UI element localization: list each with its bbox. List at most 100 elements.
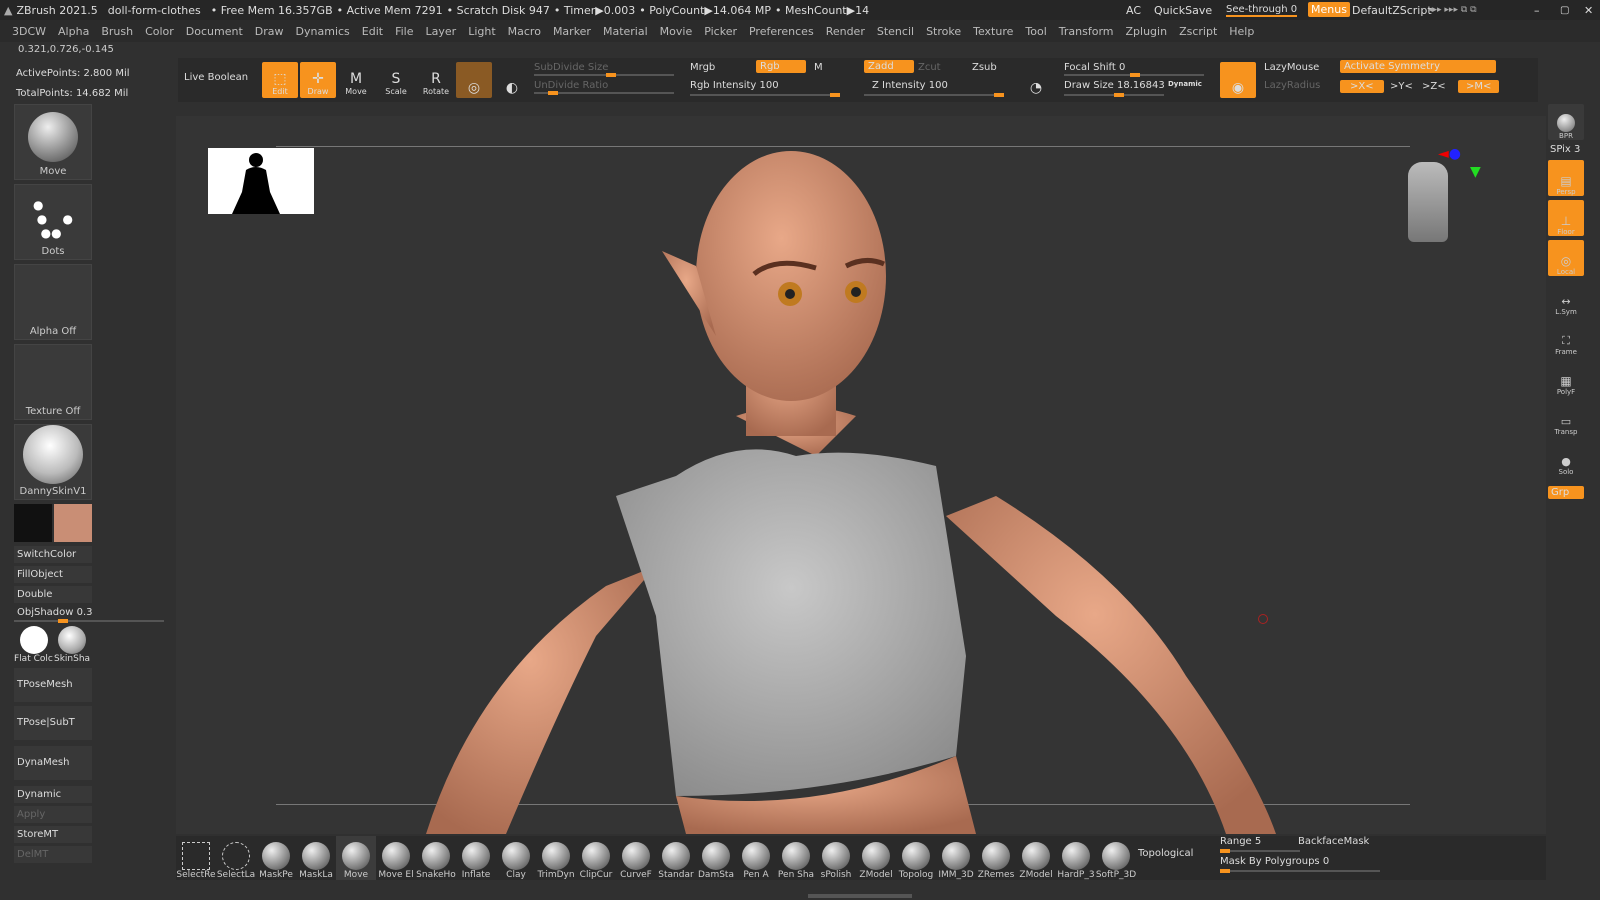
focal-shift-slider[interactable]: [1064, 73, 1204, 77]
brush-pen-shadow[interactable]: Pen Sha: [776, 836, 816, 880]
flat-color-sphere-icon[interactable]: [20, 626, 48, 654]
axis-gizmo-icon[interactable]: ◄●: [1438, 146, 1461, 162]
bpr-button[interactable]: BPR: [1548, 104, 1584, 140]
objshadow-slider[interactable]: ObjShadow 0.3: [14, 604, 164, 621]
undivide-slider[interactable]: [534, 91, 674, 95]
brush-selectrect[interactable]: SelectRe: [176, 836, 216, 880]
focal-shift[interactable]: Focal Shift 0: [1064, 62, 1125, 73]
maximize-icon[interactable]: ▢: [1560, 5, 1569, 16]
sym-m-button[interactable]: >M<: [1458, 80, 1500, 93]
storemt-button[interactable]: StoreMT: [14, 826, 92, 843]
menu-draw[interactable]: Draw: [255, 25, 284, 38]
range-track[interactable]: [1220, 849, 1300, 853]
brush-imm-3d[interactable]: IMM_3D: [936, 836, 976, 880]
menu-movie[interactable]: Movie: [660, 25, 693, 38]
menu-brush[interactable]: Brush: [101, 25, 133, 38]
menu-stencil[interactable]: Stencil: [877, 25, 914, 38]
mask-by-polygroups-slider[interactable]: Mask By Polygroups 0: [1220, 856, 1329, 867]
floor-button[interactable]: ⊥ Floor: [1548, 200, 1584, 236]
lazyradius-slider[interactable]: LazyRadius: [1264, 80, 1320, 91]
persp-button[interactable]: ▤ Persp: [1548, 160, 1584, 196]
secondary-color-swatch[interactable]: [54, 504, 92, 542]
brush-inflate[interactable]: Inflate: [456, 836, 496, 880]
brush-zmodeler[interactable]: ZModel: [856, 836, 896, 880]
menu-texture[interactable]: Texture: [973, 25, 1013, 38]
brush-standard[interactable]: Standar: [656, 836, 696, 880]
rgb-intensity-slider[interactable]: [690, 93, 840, 97]
lazymouse-button[interactable]: LazyMouse: [1264, 62, 1319, 73]
menus-button[interactable]: Menus: [1308, 2, 1350, 17]
lazymouse-icon-button[interactable]: ◉: [1220, 62, 1256, 98]
brush-pen-a[interactable]: Pen A: [736, 836, 776, 880]
brush-topology[interactable]: Topolog: [896, 836, 936, 880]
menu-picker[interactable]: Picker: [704, 25, 737, 38]
brush-clay[interactable]: Clay: [496, 836, 536, 880]
menu-color[interactable]: Color: [145, 25, 174, 38]
delmt-button[interactable]: DelMT: [14, 846, 92, 863]
frame-button[interactable]: ⛶ Frame: [1548, 320, 1584, 356]
menu-alpha[interactable]: Alpha: [58, 25, 89, 38]
move-button[interactable]: M Move: [338, 62, 374, 98]
polyf-button[interactable]: ▦ PolyF: [1548, 360, 1584, 396]
quicksave-button[interactable]: QuickSave: [1154, 4, 1212, 17]
sym-y-button[interactable]: >Y<: [1390, 81, 1413, 92]
focal-button[interactable]: ◔: [1018, 62, 1054, 98]
material-thumbnail[interactable]: DannySkinV1: [14, 424, 92, 500]
menu-render[interactable]: Render: [826, 25, 865, 38]
draw-size-slider[interactable]: [1064, 93, 1164, 97]
sculptris-button[interactable]: ◐: [494, 62, 530, 98]
dynamesh-button[interactable]: DynaMesh: [14, 746, 92, 780]
brush-zmodeler-2[interactable]: ZModel: [1016, 836, 1056, 880]
layout-icons[interactable]: ◂▸▸ ▸▸▸ ⧉ ⧉: [1428, 5, 1477, 15]
menu-zscript[interactable]: Zscript: [1179, 25, 1217, 38]
local-button[interactable]: ◎ Local: [1548, 240, 1584, 276]
canvas-viewport[interactable]: ◄● ▼: [176, 116, 1546, 834]
brush-clipcurve[interactable]: ClipCur: [576, 836, 616, 880]
brush-trimdynamic[interactable]: TrimDyn: [536, 836, 576, 880]
mrgb-button[interactable]: Mrgb: [690, 62, 715, 73]
brush-damstandard[interactable]: DamSta: [696, 836, 736, 880]
skinshade-sphere-icon[interactable]: [58, 626, 86, 654]
double-button[interactable]: Double: [14, 586, 92, 603]
brush-thumbnail[interactable]: Move: [14, 104, 92, 180]
rgb-intensity[interactable]: Rgb Intensity 100: [690, 80, 779, 91]
texture-thumbnail[interactable]: Texture Off: [14, 344, 92, 420]
tposemesh-button[interactable]: TPoseMesh: [14, 668, 92, 702]
menu-zplugin[interactable]: Zplugin: [1126, 25, 1168, 38]
z-intensity[interactable]: Z Intensity 100: [872, 80, 948, 91]
m-button[interactable]: M: [814, 62, 823, 73]
menu-help[interactable]: Help: [1229, 25, 1254, 38]
menu-edit[interactable]: Edit: [362, 25, 383, 38]
menu-marker[interactable]: Marker: [553, 25, 591, 38]
brush-softp[interactable]: SoftP_3D: [1096, 836, 1136, 880]
dynamic-toggle[interactable]: Dynamic: [1168, 80, 1202, 88]
mask-polygroups-track[interactable]: [1220, 869, 1380, 873]
switchcolor-button[interactable]: SwitchColor: [14, 546, 92, 563]
scale-button[interactable]: S Scale: [378, 62, 414, 98]
spix-slider[interactable]: SPix 3: [1550, 144, 1580, 155]
sym-z-button[interactable]: >Z<: [1422, 81, 1446, 92]
primary-color-swatch[interactable]: [14, 504, 52, 542]
menu-document[interactable]: Document: [186, 25, 243, 38]
alpha-thumbnail[interactable]: Alpha Off: [14, 264, 92, 340]
menu-3dcw[interactable]: 3DCW: [12, 25, 46, 38]
objshadow-track[interactable]: [14, 619, 164, 623]
menu-file[interactable]: File: [395, 25, 413, 38]
fillobject-button[interactable]: FillObject: [14, 566, 92, 583]
lsym-button[interactable]: ↔ L.Sym: [1548, 280, 1584, 316]
subdivide-size[interactable]: SubDivide Size: [534, 62, 608, 73]
gizmo-button[interactable]: ◎: [456, 62, 492, 98]
ac-button[interactable]: AC: [1126, 4, 1141, 17]
rgb-button[interactable]: Rgb: [756, 60, 806, 73]
edit-button[interactable]: ⬚ Edit: [262, 62, 298, 98]
bottom-scroll-handle[interactable]: [808, 894, 912, 898]
brush-snakehook[interactable]: SnakeHo: [416, 836, 456, 880]
transp-button[interactable]: ▭ Transp: [1548, 400, 1584, 436]
dynamic-button[interactable]: Dynamic: [14, 786, 92, 803]
brush-move-elastic[interactable]: Move El: [376, 836, 416, 880]
menu-tool[interactable]: Tool: [1025, 25, 1046, 38]
sym-x-button[interactable]: >X<: [1340, 80, 1384, 93]
apply-button[interactable]: Apply: [14, 806, 92, 823]
brush-zremesher[interactable]: ZRemes: [976, 836, 1016, 880]
grp-button[interactable]: Grp: [1548, 486, 1584, 499]
